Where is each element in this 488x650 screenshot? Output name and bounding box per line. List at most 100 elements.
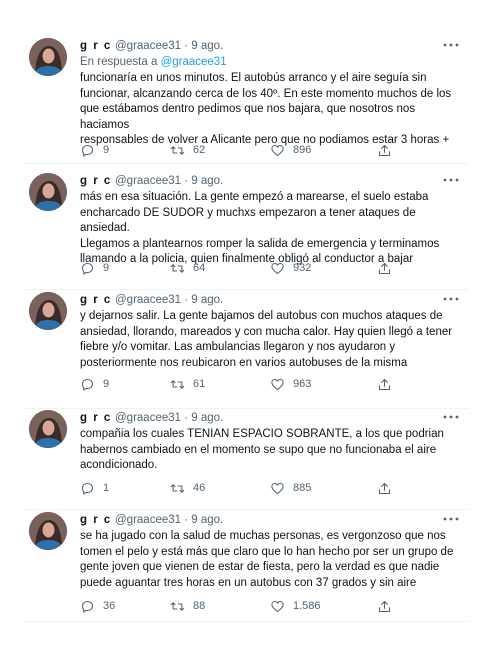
more-icon[interactable]	[442, 40, 460, 50]
share-button[interactable]	[377, 598, 392, 614]
retweet-button[interactable]: 64	[170, 260, 205, 276]
share-icon	[378, 482, 391, 494]
avatar-image	[29, 38, 67, 76]
tweet-actions: 9 64 932	[80, 260, 410, 276]
author-handle[interactable]: @graacee31	[115, 514, 181, 526]
like-button[interactable]: 896	[270, 142, 311, 158]
tweet-time[interactable]: 9 ago.	[191, 294, 223, 306]
reply-button[interactable]: 36	[80, 598, 115, 614]
author-name[interactable]: g r c	[80, 412, 112, 424]
tweet-time[interactable]: 9 ago.	[191, 514, 223, 526]
retweet-button[interactable]: 62	[170, 142, 205, 158]
reply-button[interactable]: 9	[80, 142, 109, 158]
reply-icon	[81, 144, 94, 157]
reply-to-prefix: En respuesta a	[80, 56, 161, 68]
share-button[interactable]	[377, 376, 392, 392]
avatar[interactable]	[29, 410, 67, 448]
like-count: 885	[293, 482, 312, 494]
reply-button[interactable]: 9	[80, 376, 109, 392]
author-name[interactable]: g r c	[80, 175, 112, 187]
reply-count: 9	[103, 144, 110, 156]
tweet-text: se ha jugado con la salud de muchas pers…	[80, 530, 454, 589]
retweet-button[interactable]: 61	[170, 376, 205, 392]
tweet-time[interactable]: 9 ago.	[191, 175, 223, 187]
retweet-icon	[170, 263, 185, 273]
tweet-text: funcionaría en unos minutos. El autobús …	[80, 72, 452, 146]
retweet-button[interactable]: 46	[170, 480, 205, 496]
separator-dot: ·	[184, 514, 189, 526]
share-button[interactable]	[377, 260, 392, 276]
like-button[interactable]: 963	[270, 376, 311, 392]
tweet-4[interactable]: g r c @graacee31 · 9 ago. compañia los c…	[22, 410, 468, 510]
like-count: 1.586	[293, 600, 321, 612]
reply-count: 9	[103, 262, 110, 274]
more-icon[interactable]	[442, 412, 460, 422]
retweet-count: 61	[193, 378, 206, 390]
more-icon[interactable]	[442, 175, 460, 185]
retweet-count: 62	[193, 144, 206, 156]
like-count: 963	[293, 378, 312, 390]
retweet-count: 88	[193, 600, 206, 612]
retweet-button[interactable]: 88	[170, 598, 205, 614]
like-button[interactable]: 1.586	[270, 598, 321, 614]
reply-icon	[81, 600, 94, 613]
retweet-count: 46	[193, 482, 206, 494]
tweet-3[interactable]: g r c @graacee31 · 9 ago. y dejarnos sal…	[22, 292, 468, 409]
retweet-icon	[170, 483, 185, 493]
avatar[interactable]	[29, 38, 67, 76]
avatar[interactable]	[29, 292, 67, 330]
tweet-1[interactable]: g r c @graacee31 · 9 ago. En respuesta a…	[22, 38, 468, 164]
avatar-image	[29, 410, 67, 448]
reply-icon	[81, 378, 94, 391]
tweet-2[interactable]: g r c @graacee31 · 9 ago. más en esa sit…	[22, 173, 468, 290]
separator-dot: ·	[184, 294, 189, 306]
reply-count: 36	[103, 600, 116, 612]
reply-button[interactable]: 9	[80, 260, 109, 276]
separator-dot: ·	[184, 40, 189, 52]
tweet-actions: 9 62 896	[80, 142, 410, 158]
reply-button[interactable]: 1	[80, 480, 109, 496]
avatar-image	[29, 173, 67, 211]
like-button[interactable]: 885	[270, 480, 311, 496]
reply-to-handle[interactable]: @graacee31	[161, 56, 227, 68]
tweet-header: g r c @graacee31 · 9 ago.	[80, 512, 460, 528]
reply-count: 1	[103, 482, 110, 494]
tweet-time[interactable]: 9 ago.	[191, 40, 223, 52]
more-icon[interactable]	[442, 294, 460, 304]
tweet-actions: 36 88 1.586	[80, 598, 410, 614]
author-handle[interactable]: @graacee31	[115, 412, 181, 424]
retweet-icon	[170, 601, 185, 611]
share-button[interactable]	[377, 142, 392, 158]
like-icon	[271, 262, 284, 274]
tweet-header: g r c @graacee31 · 9 ago.	[80, 38, 460, 54]
tweet-text: más en esa situación. La gente empezó a …	[80, 191, 440, 265]
tweet-5[interactable]: g r c @graacee31 · 9 ago. se ha jugado c…	[22, 512, 468, 622]
tweet-content: g r c @graacee31 · 9 ago. En respuesta a…	[80, 38, 460, 149]
separator-dot: ·	[184, 175, 189, 187]
share-icon	[378, 262, 391, 274]
tweet-content: g r c @graacee31 · 9 ago. más en esa sit…	[80, 173, 460, 268]
like-icon	[271, 600, 284, 612]
author-handle[interactable]: @graacee31	[115, 175, 181, 187]
avatar[interactable]	[29, 512, 67, 550]
author-handle[interactable]: @graacee31	[115, 294, 181, 306]
share-button[interactable]	[377, 480, 392, 496]
tweet-header: g r c @graacee31 · 9 ago.	[80, 292, 460, 308]
avatar[interactable]	[29, 173, 67, 211]
reply-to-line: En respuesta a @graacee31	[80, 54, 460, 70]
tweet-time[interactable]: 9 ago.	[191, 412, 223, 424]
more-icon[interactable]	[442, 514, 460, 524]
tweet-header: g r c @graacee31 · 9 ago.	[80, 173, 460, 189]
author-handle[interactable]: @graacee31	[115, 40, 181, 52]
author-name[interactable]: g r c	[80, 514, 112, 526]
retweet-icon	[170, 145, 185, 155]
like-count: 932	[293, 262, 312, 274]
tweet-content: g r c @graacee31 · 9 ago. y dejarnos sal…	[80, 292, 460, 371]
like-count: 896	[293, 144, 312, 156]
reply-count: 9	[103, 378, 110, 390]
like-button[interactable]: 932	[270, 260, 311, 276]
retweet-icon	[170, 379, 185, 389]
author-name[interactable]: g r c	[80, 294, 112, 306]
tweet-actions: 1 46 885	[80, 480, 410, 496]
author-name[interactable]: g r c	[80, 40, 112, 52]
